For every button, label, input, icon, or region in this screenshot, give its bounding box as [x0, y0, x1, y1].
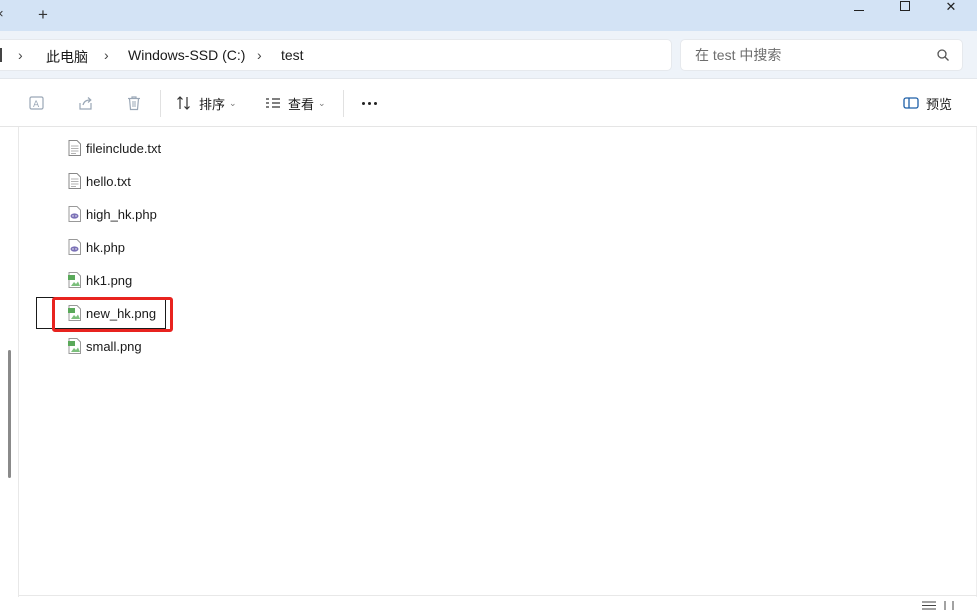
- chevron-right-icon[interactable]: ›: [104, 47, 109, 63]
- file-list-area: fileinclude.txt hello.txt high_hk.php hk…: [0, 127, 977, 610]
- highlight-annotation: [52, 297, 173, 332]
- chevron-down-icon: ⌄: [229, 97, 237, 108]
- tiles-view-icon[interactable]: [942, 600, 956, 610]
- breadcrumb-test[interactable]: test: [281, 47, 304, 63]
- preview-label: 预览: [926, 96, 953, 112]
- file-name: high_hk.php: [86, 206, 157, 222]
- chevron-down-icon: ⌄: [318, 97, 326, 108]
- file-item[interactable]: hk.php: [68, 237, 125, 257]
- delete-icon[interactable]: [125, 94, 143, 112]
- maximize-icon: [900, 1, 910, 11]
- address-bar[interactable]: › 此电脑 › Windows-SSD (C:) › test: [0, 39, 672, 71]
- preview-pane-icon: [903, 97, 919, 109]
- status-bar-divider: [18, 595, 977, 596]
- navigation-scrollbar[interactable]: [8, 350, 11, 478]
- address-row: › 此电脑 › Windows-SSD (C:) › test: [0, 31, 977, 79]
- toolbar-divider: [160, 90, 161, 117]
- file-item[interactable]: high_hk.php: [68, 204, 157, 224]
- more-options-button[interactable]: [358, 92, 380, 114]
- details-view-icon[interactable]: [922, 601, 936, 610]
- file-item[interactable]: fileinclude.txt: [68, 138, 161, 158]
- close-window-button[interactable]: ✕: [928, 0, 974, 22]
- preview-button[interactable]: 预览: [903, 92, 952, 114]
- title-bar: × + ✕: [0, 0, 977, 31]
- view-button[interactable]: 查看 ⌄: [265, 92, 326, 114]
- layout-toggle: [922, 599, 972, 610]
- share-icon[interactable]: [77, 94, 95, 112]
- sort-label: 排序: [199, 96, 226, 112]
- file-name: hk.php: [86, 239, 126, 255]
- sort-icon: [177, 96, 190, 110]
- breadcrumb-drive[interactable]: Windows-SSD (C:): [128, 47, 245, 63]
- command-bar: A 排序 ⌄ 查看 ⌄ 预览: [0, 80, 977, 127]
- php-file-icon: [68, 206, 81, 222]
- view-label: 查看: [288, 96, 315, 112]
- tab-close-button[interactable]: ×: [0, 6, 10, 24]
- text-file-icon: [68, 173, 81, 189]
- search-box[interactable]: [680, 39, 963, 71]
- new-tab-button[interactable]: +: [32, 4, 54, 26]
- file-item[interactable]: hello.txt: [68, 171, 131, 191]
- file-name: hk1.png: [86, 272, 133, 288]
- php-file-icon: [68, 239, 81, 255]
- search-input[interactable]: [695, 46, 925, 64]
- toolbar-divider: [343, 90, 344, 117]
- minimize-button[interactable]: [836, 0, 882, 22]
- address-bar-edge: [0, 48, 2, 62]
- view-icon: [266, 98, 280, 108]
- image-file-icon: [68, 272, 81, 288]
- text-file-icon: [68, 140, 81, 156]
- file-explorer-window: × + ✕ › 此电脑 › Windows-SSD (C:) › test A: [0, 0, 977, 610]
- file-item[interactable]: hk1.png: [68, 270, 132, 290]
- sort-button[interactable]: 排序 ⌄: [176, 92, 237, 114]
- file-item[interactable]: small.png: [68, 336, 142, 356]
- file-name: fileinclude.txt: [86, 140, 162, 156]
- file-name: hello.txt: [86, 173, 131, 189]
- navigation-pane-edge: [18, 127, 19, 597]
- chevron-right-icon[interactable]: ›: [257, 47, 262, 63]
- image-file-icon: [68, 338, 81, 354]
- breadcrumb-this-pc[interactable]: 此电脑: [46, 47, 88, 67]
- chevron-right-icon[interactable]: ›: [18, 47, 23, 63]
- file-name: small.png: [86, 338, 142, 354]
- svg-text:A: A: [33, 100, 40, 110]
- rename-icon[interactable]: A: [28, 94, 46, 112]
- search-icon[interactable]: [936, 48, 950, 62]
- maximize-button[interactable]: [882, 0, 928, 22]
- minimize-icon: [854, 10, 864, 11]
